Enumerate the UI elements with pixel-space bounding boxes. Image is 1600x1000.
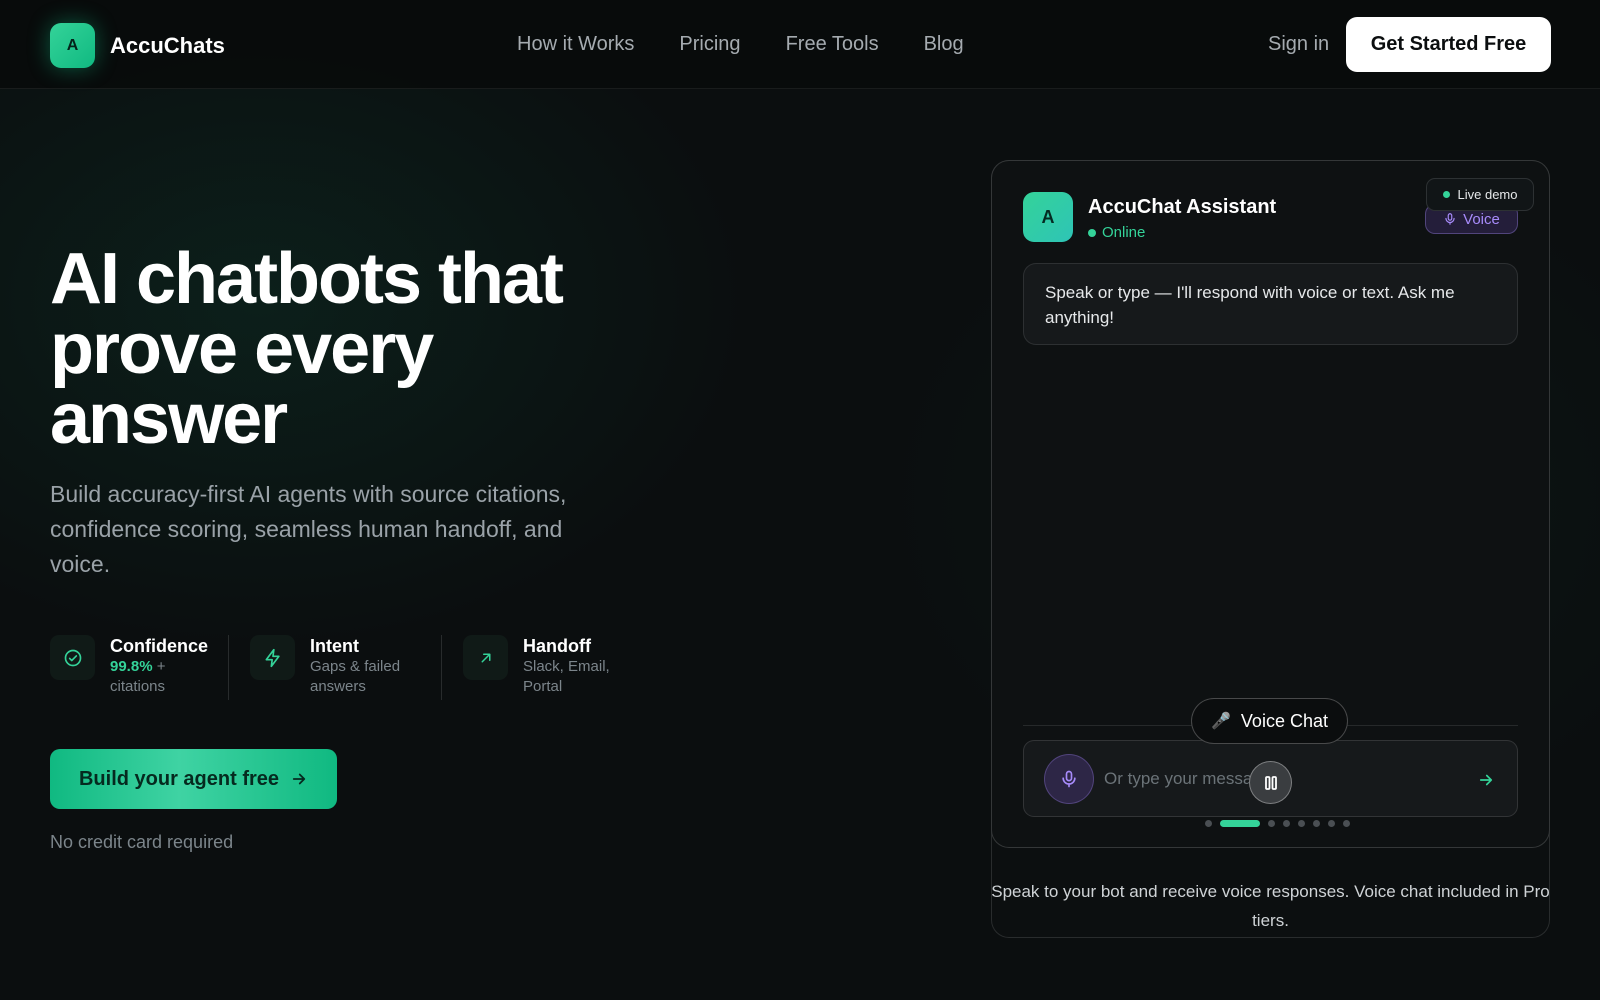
stat-desc: Gaps & failed answers [310, 658, 401, 695]
bolt-icon [250, 635, 295, 680]
build-agent-button[interactable]: Build your agent free [50, 749, 337, 809]
carousel-dot[interactable] [1268, 820, 1275, 827]
bot-message: Speak or type — I'll respond with voice … [1023, 263, 1518, 345]
pause-button[interactable] [1249, 761, 1292, 804]
mic-button[interactable] [1044, 754, 1094, 804]
pause-icon [1264, 775, 1277, 790]
stat-confidence: Confidence 99.8% + citations [50, 635, 228, 700]
hero-title: AI chatbots that prove every answer [50, 243, 690, 455]
status-dot [1088, 228, 1096, 237]
demo-caption: Speak to your bot and receive voice resp… [991, 882, 1550, 930]
nav-links: How it Works Pricing Free Tools Blog [517, 33, 1009, 56]
stat-accent-value: 99.8% [110, 658, 153, 675]
hero-subtitle: Build accuracy-first AI agents with sour… [50, 481, 567, 577]
brand-logo: A [50, 23, 95, 68]
top-nav: A AccuChats How it Works Pricing Free To… [0, 0, 1600, 89]
brand-name: AccuChats [110, 32, 225, 58]
sign-in-link[interactable]: Sign in [1268, 33, 1329, 56]
build-agent-label: Build your agent free [78, 767, 280, 790]
arrow-right-icon [1479, 774, 1493, 786]
stat-title: Intent [310, 636, 359, 656]
voice-chat-button[interactable]: 🎤 Voice Chat [1191, 698, 1348, 744]
stat-title: Confidence [110, 636, 209, 656]
nav-link-how-it-works[interactable]: How it Works [517, 33, 634, 56]
microphone-icon: 🎤 [1211, 713, 1231, 730]
no-credit-card-note: No credit card required [50, 832, 234, 852]
hero-title-line-3: answer [50, 379, 288, 459]
hero-title-line-1: AI chatbots that [50, 239, 564, 319]
carousel-dot[interactable] [1328, 820, 1335, 827]
get-started-button[interactable]: Get Started Free [1346, 17, 1551, 72]
live-demo-badge: Live demo [1426, 178, 1534, 211]
carousel-dot[interactable] [1298, 820, 1305, 827]
carousel-dot[interactable] [1283, 820, 1290, 827]
nav-link-free-tools[interactable]: Free Tools [786, 33, 879, 56]
status-label: Online [1102, 224, 1146, 241]
stat-title: Handoff [523, 636, 591, 656]
nav-link-pricing[interactable]: Pricing [679, 33, 740, 56]
voice-chat-label: Voice Chat [1240, 710, 1328, 731]
live-dot [1442, 191, 1450, 198]
carousel-dot[interactable] [1343, 820, 1350, 827]
arrow-up-right-icon [463, 635, 508, 680]
carousel-dots [1205, 820, 1358, 827]
assistant-avatar: A [1023, 192, 1073, 242]
check-circle-icon [50, 635, 95, 680]
microphone-icon [1445, 213, 1455, 225]
arrow-right-icon [292, 773, 306, 785]
brand[interactable]: A AccuChats [50, 23, 225, 68]
carousel-dot-active[interactable] [1220, 820, 1260, 827]
voice-badge-label: Voice [1463, 210, 1500, 228]
stat-desc: 99.8% + citations [110, 657, 208, 697]
online-status: Online [1088, 224, 1145, 241]
assistant-name: AccuChat Assistant [1088, 196, 1277, 218]
hero-title-line-2: prove every [50, 309, 434, 389]
send-button[interactable] [1474, 768, 1498, 792]
carousel-dot[interactable] [1313, 820, 1320, 827]
stat-desc: Slack, Email, Portal [523, 658, 610, 695]
carousel-dot[interactable] [1205, 820, 1212, 827]
live-demo-label: Live demo [1457, 187, 1518, 202]
nav-link-blog[interactable]: Blog [924, 33, 964, 56]
stat-handoff: Handoff Slack, Email, Portal [441, 635, 641, 700]
microphone-icon [1062, 770, 1076, 788]
feature-stats: Confidence 99.8% + citations Intent Gaps… [50, 635, 641, 700]
stat-intent: Intent Gaps & failed answers [228, 635, 441, 700]
